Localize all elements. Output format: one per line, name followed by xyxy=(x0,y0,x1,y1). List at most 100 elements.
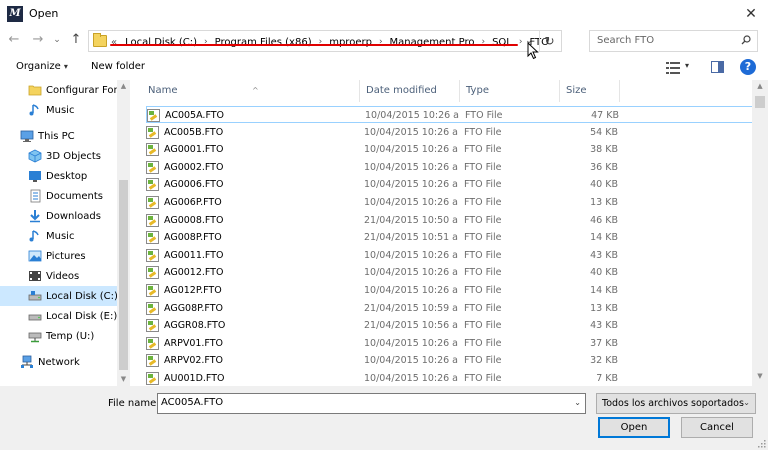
table-row[interactable]: AG012P.FTO 10/04/2015 10:26 a FTO File 14 K… xyxy=(146,282,754,299)
sidebar-item-local-disk-c[interactable]: Local Disk (C:) xyxy=(0,286,117,306)
sidebar-item-label: Pictures xyxy=(46,250,86,262)
sidebar-item-videos[interactable]: Videos xyxy=(0,266,117,286)
sidebar-item-label: Videos xyxy=(46,270,80,282)
sidebar-item-label: 3D Objects xyxy=(46,150,102,162)
file-name: AG0011.FTO xyxy=(164,249,224,261)
table-row[interactable]: AG0012.FTO 10/04/2015 10:26 a FTO File 40 K… xyxy=(146,264,754,281)
file-size: 7 KB xyxy=(596,373,618,384)
scroll-down-icon[interactable]: ▼ xyxy=(117,373,130,386)
file-name-cell: AU001D.FTO xyxy=(146,370,356,387)
fto-file-icon xyxy=(146,125,159,139)
file-name: AG008P.FTO xyxy=(164,232,222,244)
file-type: FTO File xyxy=(464,267,502,279)
cancel-button[interactable]: Cancel xyxy=(681,417,753,438)
file-name: AG0001.FTO xyxy=(164,144,224,156)
table-row[interactable]: AG0011.FTO 10/04/2015 10:26 a FTO File 43 K… xyxy=(146,247,754,264)
forward-button[interactable]: → xyxy=(29,31,47,49)
fto-file-icon xyxy=(146,301,159,315)
open-button[interactable]: Open xyxy=(598,417,670,438)
organize-button[interactable]: Organize ▾ xyxy=(16,61,68,72)
file-list-scrollbar[interactable]: ▲ ▼ xyxy=(752,80,768,386)
refresh-button[interactable]: ↻ xyxy=(539,31,559,51)
preview-pane-button[interactable] xyxy=(711,61,724,73)
sidebar-item-documents[interactable]: Documents xyxy=(0,186,117,206)
scrollbar-thumb[interactable] xyxy=(755,96,765,108)
file-name: AG0008.FTO xyxy=(164,214,224,226)
sidebar-item-local-disk-e[interactable]: Local Disk (E:) xyxy=(0,306,117,326)
navigation-pane-scrollbar[interactable]: ▲ ▼ xyxy=(117,80,130,386)
file-name-cell: AG0008.FTO xyxy=(146,212,356,229)
file-name: AC005B.FTO xyxy=(164,126,224,138)
file-date-modified: 21/04/2015 10:50 a xyxy=(364,214,458,226)
file-name-cell: AG012P.FTO xyxy=(146,282,356,299)
address-bar[interactable]: « Local Disk (C:) › Program Files (x86) … xyxy=(88,30,562,52)
sidebar-item-this-pc[interactable]: This PC xyxy=(0,126,117,146)
scroll-up-icon[interactable]: ▲ xyxy=(117,80,130,93)
folder-icon xyxy=(93,33,107,47)
sidebar-item-music-2[interactable]: Music xyxy=(0,226,117,246)
up-button[interactable]: ↑ xyxy=(67,31,85,49)
scrollbar-thumb[interactable] xyxy=(119,180,128,370)
table-row[interactable]: ARPV01.FTO 10/04/2015 10:26 a FTO File 37 K… xyxy=(146,335,754,352)
breadcrumb-separator-icon[interactable]: › xyxy=(519,37,523,47)
documents-icon xyxy=(28,189,42,203)
table-row[interactable]: AG006P.FTO 10/04/2015 10:26 a FTO File 13 K… xyxy=(146,194,754,211)
navigation-pane: Configurar Fond Music This PC 3D Objects… xyxy=(0,80,130,386)
pictures-icon xyxy=(28,249,42,263)
column-header-type[interactable]: Type xyxy=(460,80,560,102)
resize-grip-icon[interactable] xyxy=(758,440,766,448)
sidebar-item-network[interactable]: Network xyxy=(0,352,117,372)
table-row[interactable]: ARPV02.FTO 10/04/2015 10:26 a FTO File 32 K… xyxy=(146,352,754,369)
file-type: FTO File xyxy=(464,337,502,349)
close-button[interactable]: ✕ xyxy=(740,4,762,24)
file-size: 36 KB xyxy=(590,161,618,173)
sidebar-item-temp-u[interactable]: Temp (U:) xyxy=(0,326,117,346)
sidebar-item-music[interactable]: Music xyxy=(0,100,117,120)
file-date-modified: 21/04/2015 10:59 a xyxy=(364,302,458,314)
chevron-down-icon: ▾ xyxy=(685,61,690,70)
table-row[interactable]: AC005A.FTO 10/04/2015 10:26 a FTO File 47 K… xyxy=(146,106,754,123)
sidebar-item-downloads[interactable]: Downloads xyxy=(0,206,117,226)
search-input[interactable]: Search FTO xyxy=(589,30,758,52)
sidebar-item-desktop[interactable]: Desktop xyxy=(0,166,117,186)
scroll-up-icon[interactable]: ▲ xyxy=(752,82,768,94)
column-header-date-modified[interactable]: Date modified xyxy=(360,80,460,102)
column-header-name[interactable]: Name ^ xyxy=(142,80,360,102)
chevron-down-icon[interactable]: ⌄ xyxy=(574,398,581,407)
fto-file-icon xyxy=(146,248,159,262)
sidebar-item-pictures[interactable]: Pictures xyxy=(0,246,117,266)
file-name: AU001D.FTO xyxy=(164,373,225,384)
table-row[interactable]: AG0001.FTO 10/04/2015 10:26 a FTO File 38 K… xyxy=(146,141,754,158)
recent-locations-button[interactable]: ⌄ xyxy=(52,31,62,49)
file-type-value: Todos los archivos soportados xyxy=(602,398,744,409)
table-row[interactable]: AGGR08.FTO 21/04/2015 10:56 a FTO File 43 K… xyxy=(146,317,754,334)
table-row[interactable]: AG008P.FTO 21/04/2015 10:51 a FTO File 14 K… xyxy=(146,229,754,246)
help-button[interactable]: ? xyxy=(740,59,756,75)
file-type-select[interactable]: Todos los archivos soportados ⌄ xyxy=(596,393,756,414)
fto-file-icon xyxy=(146,231,159,245)
file-date-modified: 10/04/2015 10:26 a xyxy=(364,355,458,367)
table-row[interactable]: AU001D.FTO 10/04/2015 10:26 a FTO File 7 KB xyxy=(146,370,754,387)
file-name-cell: AG0001.FTO xyxy=(146,141,356,158)
file-name: AGG08P.FTO xyxy=(164,302,223,314)
new-folder-button[interactable]: New folder xyxy=(91,61,145,72)
back-button[interactable]: ← xyxy=(5,31,23,49)
column-header-size[interactable]: Size xyxy=(560,80,620,102)
file-name-value: AC005A.FTO xyxy=(161,397,224,408)
table-row[interactable]: AGG08P.FTO 21/04/2015 10:59 a FTO File 13 K… xyxy=(146,300,754,317)
file-date-modified: 10/04/2015 10:26 a xyxy=(364,126,458,138)
scroll-down-icon[interactable]: ▼ xyxy=(752,372,768,384)
music-icon xyxy=(28,229,42,243)
table-row[interactable]: AG0002.FTO 10/04/2015 10:26 a FTO File 36 K… xyxy=(146,159,754,176)
window-title: Open xyxy=(29,7,59,20)
file-name-cell: AG0006.FTO xyxy=(146,176,356,193)
table-row[interactable]: AG0008.FTO 21/04/2015 10:50 a FTO File 46 K… xyxy=(146,212,754,229)
file-name-input[interactable]: AC005A.FTO ⌄ xyxy=(157,393,586,414)
sidebar-item-configurar-fond[interactable]: Configurar Fond xyxy=(0,80,117,100)
file-type: FTO File xyxy=(465,110,503,121)
table-row[interactable]: AC005B.FTO 10/04/2015 10:26 a FTO File 54 K… xyxy=(146,124,754,141)
sidebar-item-3d-objects[interactable]: 3D Objects xyxy=(0,146,117,166)
file-size: 43 KB xyxy=(590,249,618,261)
table-row[interactable]: AG0006.FTO 10/04/2015 10:26 a FTO File 40 K… xyxy=(146,176,754,193)
change-view-button[interactable]: ▾ xyxy=(666,60,696,76)
